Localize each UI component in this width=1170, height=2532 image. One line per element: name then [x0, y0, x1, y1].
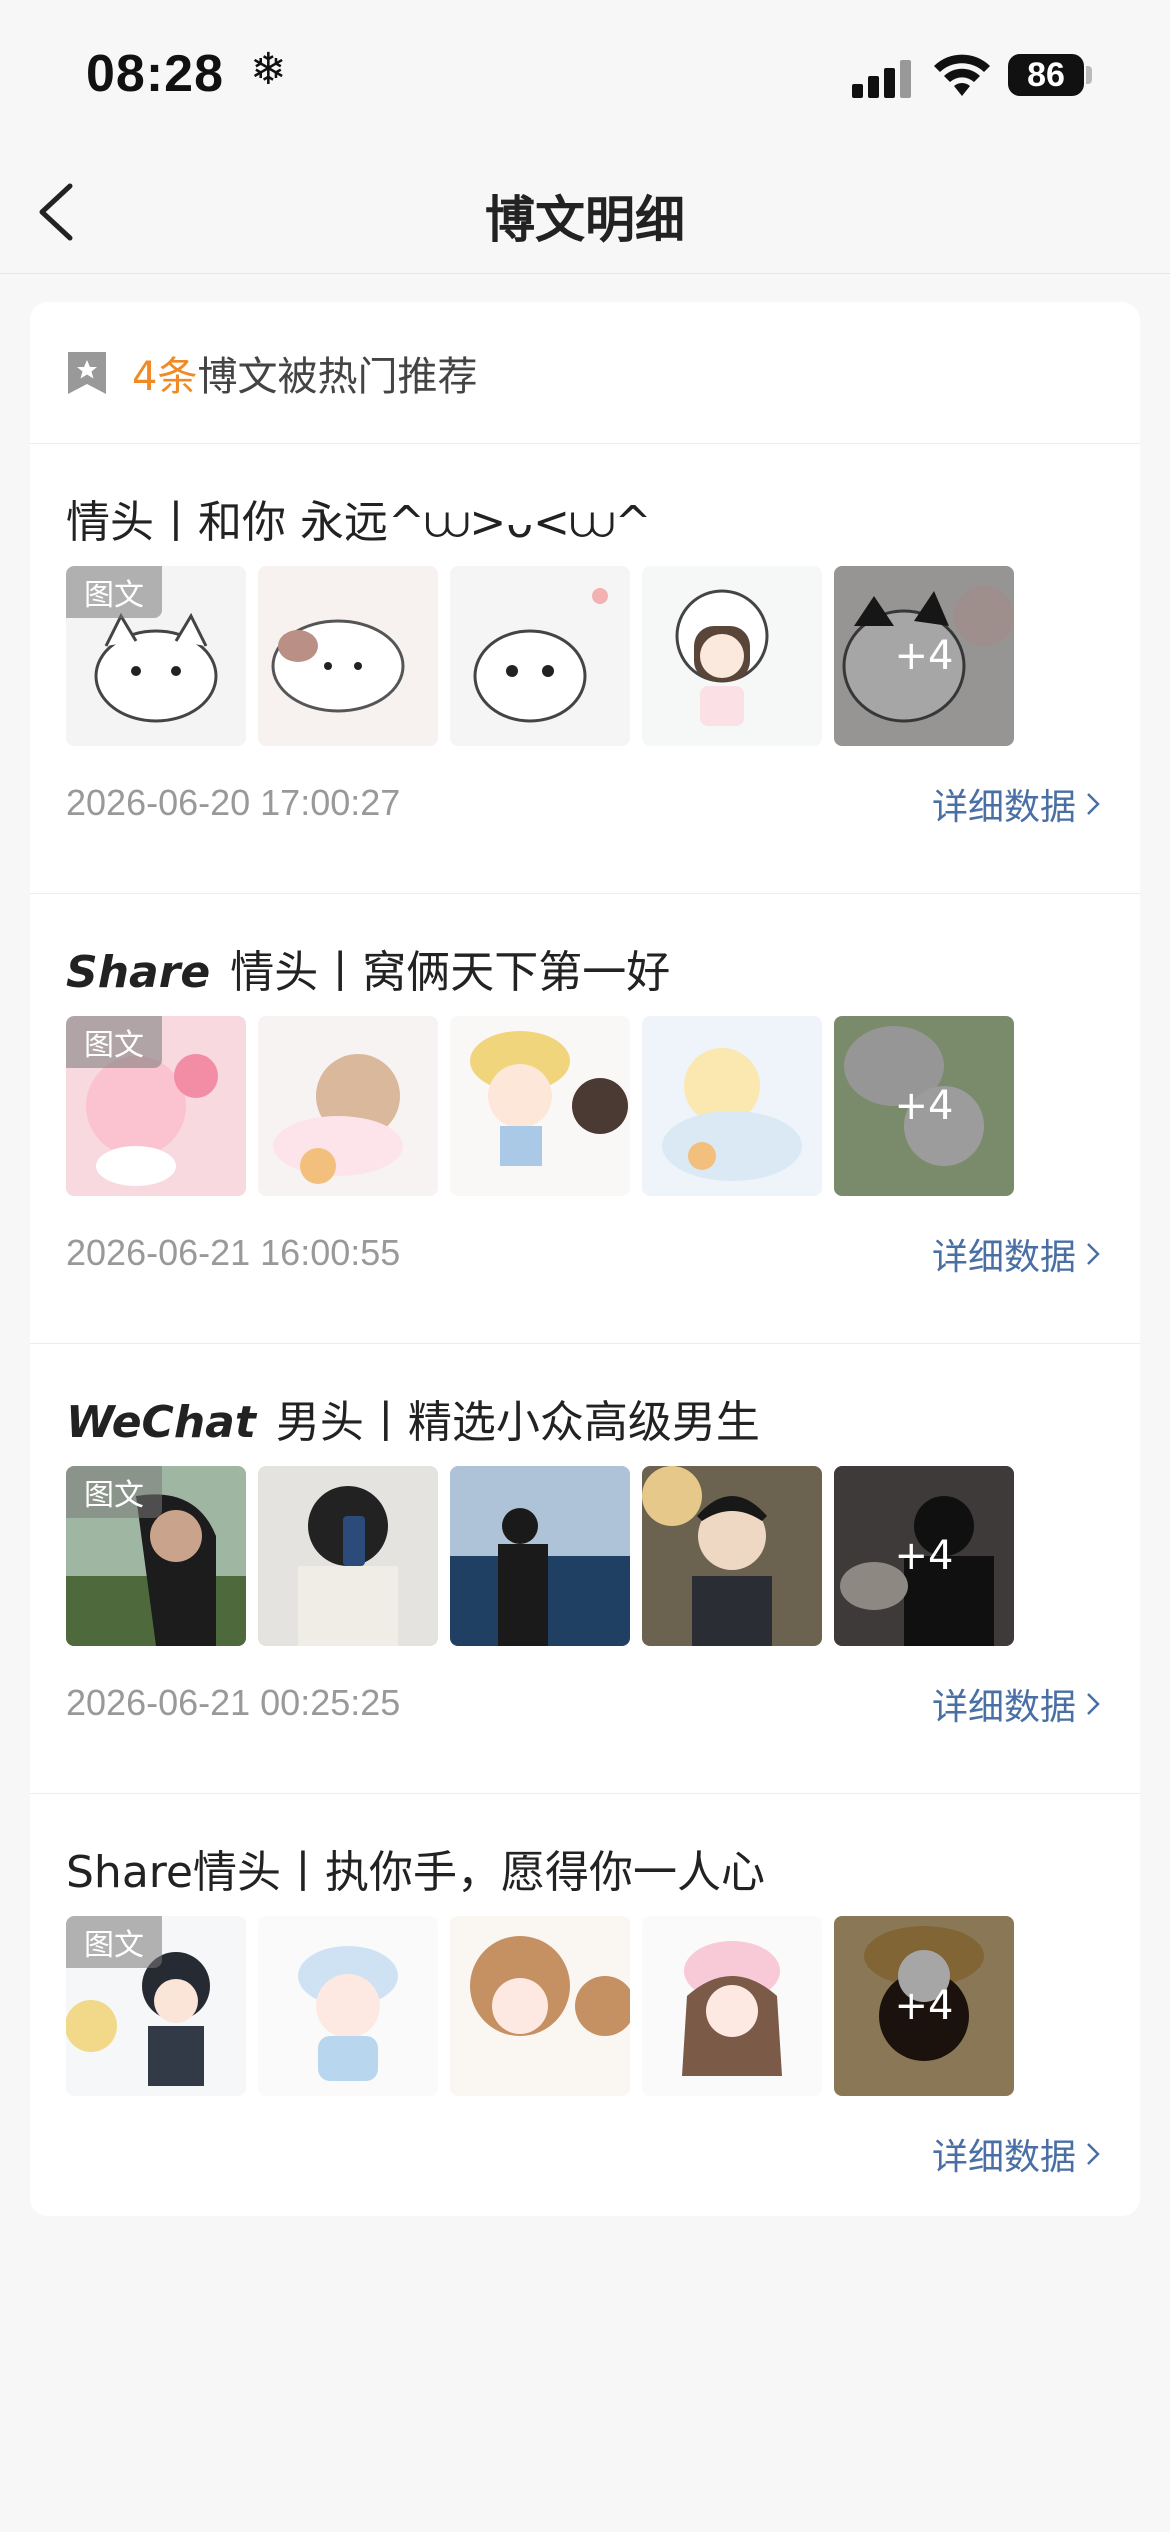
post-brand: WeChat: [66, 1397, 256, 1448]
bookmark-star-icon: [68, 351, 106, 394]
post-date: 2026-06-21 16:00:55: [66, 1232, 401, 1273]
thumbnail[interactable]: [258, 1916, 438, 2096]
detail-data-label: 详细数据: [931, 787, 1076, 828]
thumbnail[interactable]: 图文: [66, 566, 246, 746]
post-title-text: 情头丨和你 永远^⩊>ᴗ<⩊^: [66, 497, 652, 548]
thumbnail[interactable]: [258, 566, 438, 746]
wifi-icon: [934, 54, 990, 96]
snowflake-icon: ❄: [250, 44, 287, 95]
chevron-right-icon: [1087, 1243, 1100, 1265]
summary-text: 4条博文被热门推荐: [132, 344, 477, 402]
detail-data-link[interactable]: 详细数据: [932, 778, 1100, 830]
post-item[interactable]: Share情头丨执你手，愿得你一人心 图文 +4 详细数据: [30, 1794, 1140, 2216]
post-date: 2026-06-20 17:00:27: [66, 782, 401, 823]
post-title-text: 男头丨精选小众高级男生: [275, 1397, 760, 1448]
more-images-overlay: +4: [834, 1016, 1014, 1196]
more-images-overlay: +4: [834, 566, 1014, 746]
thumbnail[interactable]: 图文: [66, 1466, 246, 1646]
post-title: Share情头丨执你手，愿得你一人心: [66, 1836, 765, 1900]
cellular-signal-icon: [852, 60, 914, 98]
thumbnail[interactable]: 图文: [66, 1916, 246, 2096]
status-time: 08:28: [86, 45, 224, 103]
post-type-badge: 图文: [66, 1466, 162, 1518]
chevron-right-icon: [1087, 793, 1100, 815]
post-item[interactable]: Share 情头丨窝俩天下第一好 图文 +4 2026-06-21 16:00:…: [30, 894, 1140, 1344]
post-type-badge: 图文: [66, 1016, 162, 1068]
battery-icon: 86: [1008, 54, 1084, 96]
chevron-right-icon: [1087, 1693, 1100, 1715]
chevron-right-icon: [1087, 2143, 1100, 2165]
post-item[interactable]: WeChat 男头丨精选小众高级男生 图文 +4 2026-06-21 00:2…: [30, 1344, 1140, 1794]
detail-data-label: 详细数据: [931, 2137, 1076, 2178]
post-title: WeChat 男头丨精选小众高级男生: [66, 1386, 760, 1450]
thumbnail[interactable]: +4: [834, 1466, 1014, 1646]
thumbnail[interactable]: [450, 1016, 630, 1196]
post-title-text: 情头丨窝俩天下第一好: [230, 947, 671, 998]
card-header: 4条博文被热门推荐: [30, 302, 1140, 444]
summary-label: 博文被热门推荐: [197, 353, 478, 400]
more-images-overlay: +4: [834, 1916, 1014, 2096]
thumbnail[interactable]: [450, 1916, 630, 2096]
posts-card: 4条博文被热门推荐 情头丨和你 永远^⩊>ᴗ<⩊^ 图文 +4 2026-06-…: [30, 302, 1140, 2216]
thumbnail[interactable]: [642, 1466, 822, 1646]
thumbnail[interactable]: +4: [834, 1016, 1014, 1196]
detail-data-link[interactable]: 详细数据: [932, 1228, 1100, 1280]
post-date: 2026-06-21 00:25:25: [66, 1682, 401, 1723]
thumbnail[interactable]: [642, 1916, 822, 2096]
thumbnail[interactable]: [450, 1466, 630, 1646]
page-title: 博文明细: [485, 191, 685, 249]
post-type-badge: 图文: [66, 1916, 162, 1968]
thumbnail[interactable]: [258, 1466, 438, 1646]
more-images-overlay: +4: [834, 1466, 1014, 1646]
thumbnail[interactable]: +4: [834, 566, 1014, 746]
post-title-text: Share情头丨执你手，愿得你一人心: [66, 1847, 765, 1898]
thumbnail[interactable]: [258, 1016, 438, 1196]
post-title: 情头丨和你 永远^⩊>ᴗ<⩊^: [66, 486, 651, 550]
battery-nub: [1086, 66, 1092, 84]
post-title: Share 情头丨窝俩天下第一好: [66, 936, 670, 1000]
detail-data-link[interactable]: 详细数据: [932, 2128, 1100, 2180]
detail-data-link[interactable]: 详细数据: [932, 1678, 1100, 1730]
thumbnail[interactable]: [642, 1016, 822, 1196]
post-type-badge: 图文: [66, 566, 162, 618]
status-bar: 08:28 ❄ 86: [0, 0, 1170, 150]
thumbnail[interactable]: [450, 566, 630, 746]
summary-count: 4条: [132, 353, 198, 400]
post-brand: Share: [66, 947, 211, 998]
detail-data-label: 详细数据: [931, 1237, 1076, 1278]
thumbnail[interactable]: +4: [834, 1916, 1014, 2096]
thumbnail[interactable]: 图文: [66, 1016, 246, 1196]
thumbnail[interactable]: [642, 566, 822, 746]
navbar: 博文明细: [0, 150, 1170, 274]
post-item[interactable]: 情头丨和你 永远^⩊>ᴗ<⩊^ 图文 +4 2026-06-20 17:00:2…: [30, 444, 1140, 894]
detail-data-label: 详细数据: [931, 1687, 1076, 1728]
